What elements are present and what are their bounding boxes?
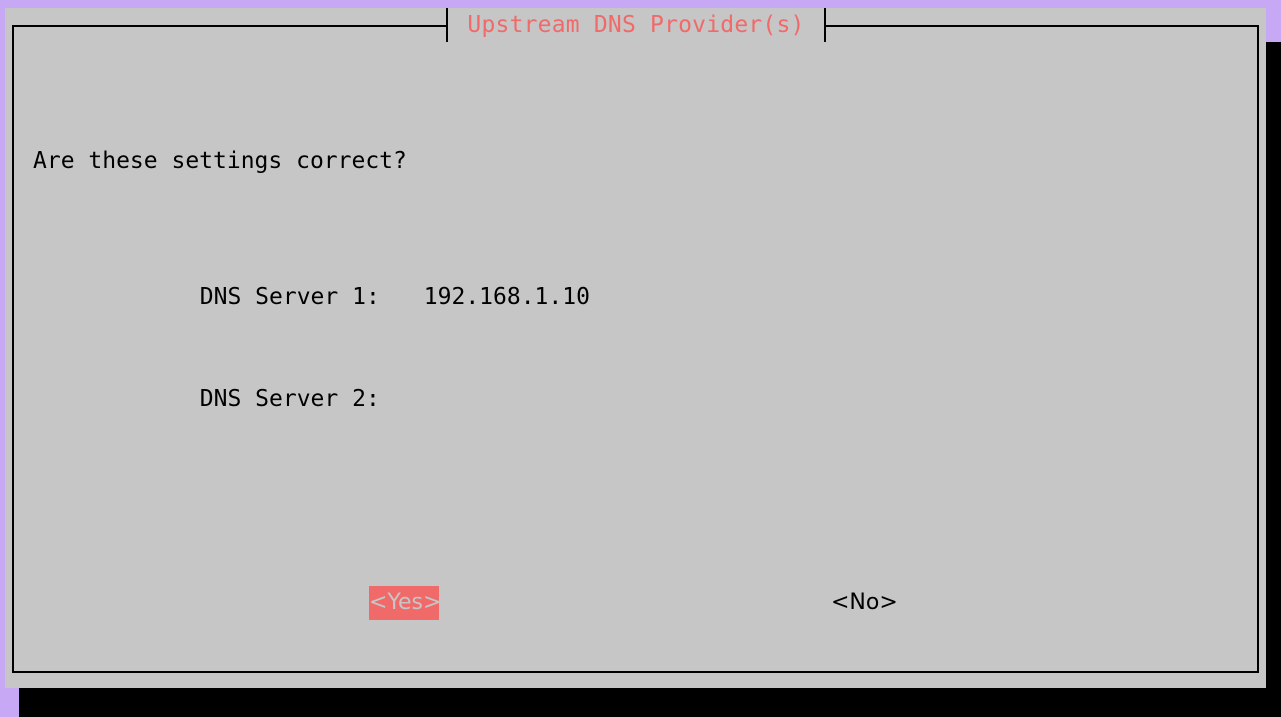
confirm-dialog: Upstream DNS Provider(s) Are these setti… — [5, 8, 1266, 688]
dns-server-2-row: DNS Server 2: — [33, 348, 590, 412]
dialog-title-box: Upstream DNS Provider(s) — [446, 8, 826, 42]
dns-server-1-label: DNS Server 1: — [199, 284, 380, 310]
yes-button[interactable]: <Yes> — [369, 586, 441, 620]
dialog-title: Upstream DNS Provider(s) — [467, 12, 805, 38]
dialog-body: Are these settings correct? DNS Server 1… — [33, 76, 590, 450]
confirm-question: Are these settings correct? — [33, 148, 407, 174]
dns-server-2-label: DNS Server 2: — [199, 386, 380, 412]
dns-server-1-value: 192.168.1.10 — [423, 284, 590, 310]
no-button[interactable]: <No> — [831, 586, 898, 620]
terminal-screen: Upstream DNS Provider(s) Are these setti… — [0, 0, 1281, 717]
dns-server-1-row: DNS Server 1: 192.168.1.10 — [33, 246, 590, 310]
